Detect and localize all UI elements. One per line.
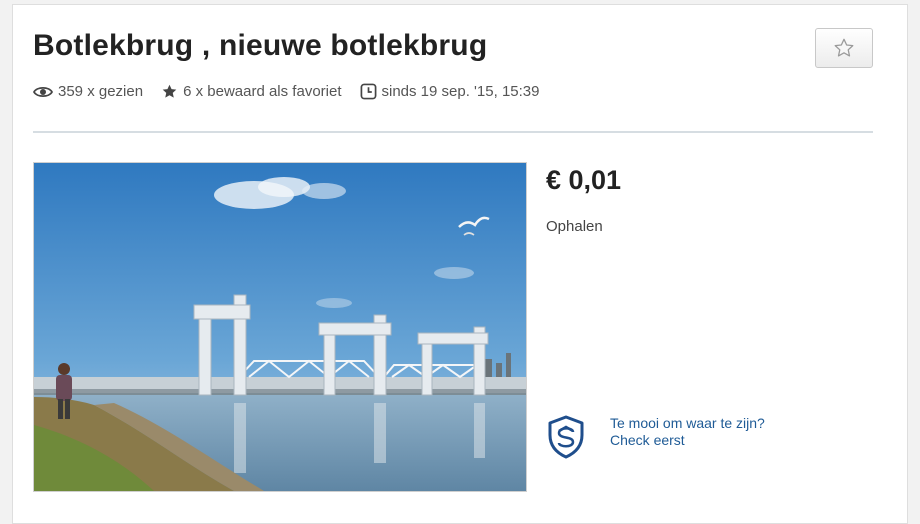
posted-date: sinds 19 sep. '15, 15:39 bbox=[360, 83, 540, 100]
safety-line-2[interactable]: Check eerst bbox=[610, 432, 765, 449]
posted-since: sinds 19 sep. '15, 15:39 bbox=[381, 83, 540, 100]
safety-line-1[interactable]: Te mooi om waar te zijn? bbox=[610, 415, 765, 432]
safety-notice: Te mooi om waar te zijn? Check eerst bbox=[546, 415, 765, 459]
star-outline-icon bbox=[834, 38, 854, 57]
listing-card: Botlekbrug , nieuwe botlekbrug 359 x gez… bbox=[12, 4, 908, 524]
views-stat: 359 x gezien bbox=[33, 83, 143, 100]
listing-title: Botlekbrug , nieuwe botlekbrug bbox=[33, 29, 488, 62]
bridge-photo bbox=[34, 163, 526, 491]
favorites-stat: 6 x bewaard als favoriet bbox=[161, 83, 342, 100]
divider bbox=[33, 131, 873, 133]
delivery-method: Ophalen bbox=[546, 218, 603, 235]
clock-icon bbox=[360, 83, 376, 100]
shield-icon bbox=[548, 415, 584, 459]
listing-photo[interactable] bbox=[33, 162, 527, 492]
views-count: 359 x gezien bbox=[58, 83, 144, 100]
favorites-count: 6 x bewaard als favoriet bbox=[183, 83, 342, 100]
eye-icon bbox=[33, 86, 53, 97]
star-icon bbox=[162, 84, 177, 98]
safety-link[interactable]: Te mooi om waar te zijn? Check eerst bbox=[610, 415, 765, 449]
listing-price: € 0,01 bbox=[546, 165, 622, 195]
listing-meta: 359 x gezien 6 x bewaard als favoriet si… bbox=[33, 83, 557, 100]
favorite-button[interactable] bbox=[815, 28, 873, 68]
